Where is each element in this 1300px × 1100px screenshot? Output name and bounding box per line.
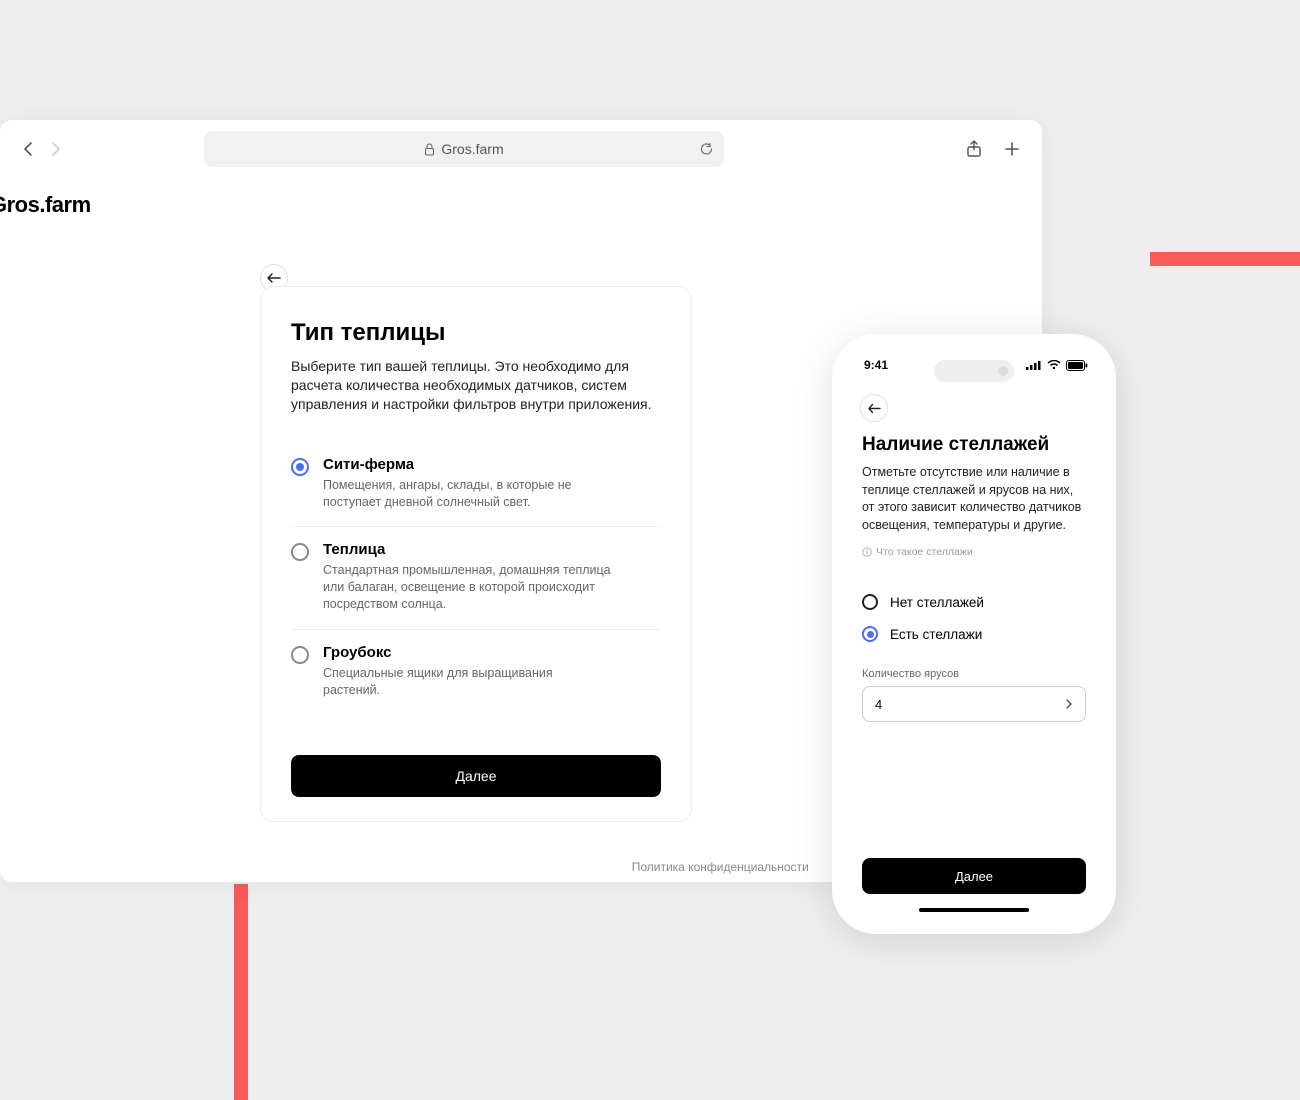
phone-mockup: 9:41 Наличие стеллажей Отметьте отсутств… bbox=[832, 334, 1116, 934]
hint-text: Что такое стеллажи bbox=[876, 546, 973, 558]
phone-option-has-shelves[interactable]: Есть стеллажи bbox=[862, 618, 1086, 650]
option-title: Теплица bbox=[323, 541, 613, 558]
plus-icon bbox=[1004, 141, 1020, 157]
phone-content: Наличие стеллажей Отметьте отсутствие ил… bbox=[846, 422, 1102, 722]
option-title: Гроубокс bbox=[323, 644, 613, 661]
option-subtitle: Помещения, ангары, склады, в которые не … bbox=[323, 477, 613, 511]
greenhouse-type-card: Тип теплицы Выберите тип вашей теплицы. … bbox=[260, 286, 692, 822]
accent-bar-top bbox=[1150, 252, 1300, 266]
radio-unselected-icon bbox=[862, 594, 878, 610]
arrow-left-icon bbox=[267, 272, 281, 284]
phone-option-label: Есть стеллажи bbox=[890, 627, 982, 642]
dynamic-island bbox=[934, 360, 1014, 382]
signal-icon bbox=[1026, 360, 1042, 370]
share-icon bbox=[966, 140, 982, 158]
option-subtitle: Стандартная промышленная, домашняя тепли… bbox=[323, 562, 613, 613]
option-city-farm[interactable]: Сити-ферма Помещения, ангары, склады, в … bbox=[291, 442, 661, 528]
phone-back-button[interactable] bbox=[860, 394, 888, 422]
info-icon bbox=[862, 547, 872, 557]
chevron-right-icon bbox=[1065, 698, 1073, 710]
status-time: 9:41 bbox=[864, 358, 888, 372]
phone-option-no-shelves[interactable]: Нет стеллажей bbox=[862, 586, 1086, 618]
phone-description: Отметьте отсутствие или наличие в теплиц… bbox=[862, 464, 1086, 534]
radio-selected-icon bbox=[862, 626, 878, 642]
browser-back-button[interactable] bbox=[20, 140, 38, 158]
brand-logo: Gros.farm bbox=[0, 192, 91, 218]
refresh-button[interactable] bbox=[699, 142, 714, 157]
option-title: Сити-ферма bbox=[323, 456, 613, 473]
browser-toolbar: Gros.farm bbox=[0, 120, 1042, 178]
card-description: Выберите тип вашей теплицы. Это необходи… bbox=[291, 357, 661, 414]
lock-icon bbox=[424, 143, 435, 156]
phone-option-label: Нет стеллажей bbox=[890, 595, 984, 610]
share-button[interactable] bbox=[964, 139, 984, 159]
chevron-right-icon bbox=[49, 142, 61, 156]
battery-icon bbox=[1066, 360, 1088, 371]
browser-forward-button[interactable] bbox=[46, 140, 64, 158]
option-growbox[interactable]: Гроубокс Специальные ящики для выращиван… bbox=[291, 630, 661, 715]
card-title: Тип теплицы bbox=[291, 319, 661, 347]
accent-bar-bottom bbox=[234, 884, 248, 1100]
tiers-field-label: Количество ярусов bbox=[862, 668, 1086, 680]
next-button[interactable]: Далее bbox=[291, 755, 661, 797]
address-bar[interactable]: Gros.farm bbox=[204, 131, 724, 167]
tiers-select[interactable]: 4 bbox=[862, 686, 1086, 722]
home-indicator bbox=[919, 908, 1029, 912]
option-greenhouse[interactable]: Теплица Стандартная промышленная, домашн… bbox=[291, 527, 661, 630]
chevron-left-icon bbox=[23, 142, 35, 156]
refresh-icon bbox=[699, 142, 714, 157]
new-tab-button[interactable] bbox=[1002, 139, 1022, 159]
arrow-left-icon bbox=[868, 403, 881, 414]
privacy-link[interactable]: Политика конфиденциальности bbox=[632, 860, 809, 874]
option-subtitle: Специальные ящики для выращивания растен… bbox=[323, 665, 613, 699]
phone-next-button[interactable]: Далее bbox=[862, 858, 1086, 894]
radio-unselected-icon bbox=[291, 543, 309, 561]
hint-link[interactable]: Что такое стеллажи bbox=[862, 546, 1086, 558]
wifi-icon bbox=[1047, 360, 1061, 370]
phone-title: Наличие стеллажей bbox=[862, 434, 1086, 456]
tiers-value: 4 bbox=[875, 697, 882, 712]
url-text: Gros.farm bbox=[441, 141, 503, 157]
radio-selected-icon bbox=[291, 458, 309, 476]
radio-unselected-icon bbox=[291, 646, 309, 664]
